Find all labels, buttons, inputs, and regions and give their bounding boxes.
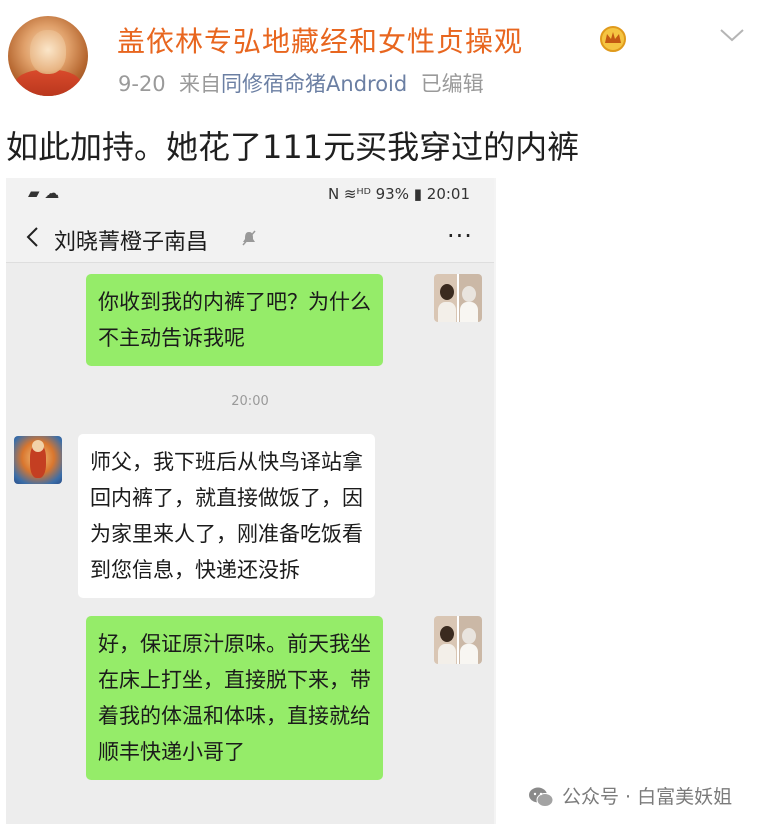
time-separator: 20:00 (231, 394, 269, 409)
message-line: 顺丰快递小哥了 (98, 740, 245, 764)
message-bubble-me: 你收到我的内裤了吧？为什么 不主动告诉我呢 (86, 274, 383, 366)
chat-screenshot[interactable]: ▰ ☁ N ≋ᴴᴰ 93% ▮ 20:01 刘晓菁橙子南昌 ··· 你收到我的内… (6, 178, 494, 824)
message-line: 着我的体温和体味，直接就给 (98, 704, 371, 728)
message-line: 不主动告诉我呢 (98, 326, 245, 350)
screenshot-edge (494, 178, 496, 824)
post-source-prefix: 来自 (179, 72, 222, 96)
user-avatar[interactable] (8, 16, 88, 96)
post-meta: 9-20 来自同修宿命猪Android 已编辑 (118, 68, 484, 98)
message-line: 在床上打坐，直接脱下来，带 (98, 668, 371, 692)
message-bubble-them: 师父，我下班后从快鸟译站拿 回内裤了，就直接做饭了，因 为家里来人了，刚准备吃饭… (78, 434, 375, 598)
status-left-icons: ▰ ☁ (28, 184, 60, 202)
my-avatar (434, 274, 482, 322)
chevron-down-icon[interactable] (718, 26, 746, 44)
message-bubble-me: 好，保证原汁原味。前天我坐 在床上打坐，直接脱下来，带 着我的体温和体味，直接就… (86, 616, 383, 780)
post-edited-flag[interactable]: 已编辑 (421, 72, 484, 96)
message-line: 回内裤了，就直接做饭了，因 (90, 486, 363, 510)
message-line: 为家里来人了，刚准备吃饭看 (90, 522, 363, 546)
contact-avatar (14, 436, 62, 484)
post-date: 9-20 (118, 72, 166, 96)
my-avatar (434, 616, 482, 664)
status-right-indicators: N ≋ᴴᴰ 93% ▮ 20:01 (327, 185, 470, 203)
message-line: 师父，我下班后从快鸟译站拿 (90, 450, 363, 474)
phone-status-bar: ▰ ☁ N ≋ᴴᴰ 93% ▮ 20:01 (6, 178, 494, 212)
more-icon: ··· (447, 222, 473, 250)
watermark: 公众号 · 白富美妖姐 (522, 782, 732, 809)
post-text: 如此加持。她花了111元买我穿过的内裤 (6, 128, 580, 166)
message-line: 好，保证原汁原味。前天我坐 (98, 632, 371, 656)
mute-icon (242, 230, 256, 246)
message-line: 到您信息，快递还没拆 (90, 558, 300, 582)
chat-nav-bar: 刘晓菁橙子南昌 ··· (6, 212, 494, 263)
post-username[interactable]: 盖依林专弘地藏经和女性贞操观 (117, 20, 523, 60)
watermark-text: 公众号 · 白富美妖姐 (562, 786, 733, 808)
avatar-face (30, 30, 66, 74)
vip-crown-icon (600, 26, 626, 52)
post-device[interactable]: 同修宿命猪Android (221, 72, 407, 96)
chat-title: 刘晓菁橙子南昌 (54, 230, 209, 255)
back-arrow-icon (26, 227, 38, 247)
message-line: 你收到我的内裤了吧？为什么 (98, 290, 371, 314)
